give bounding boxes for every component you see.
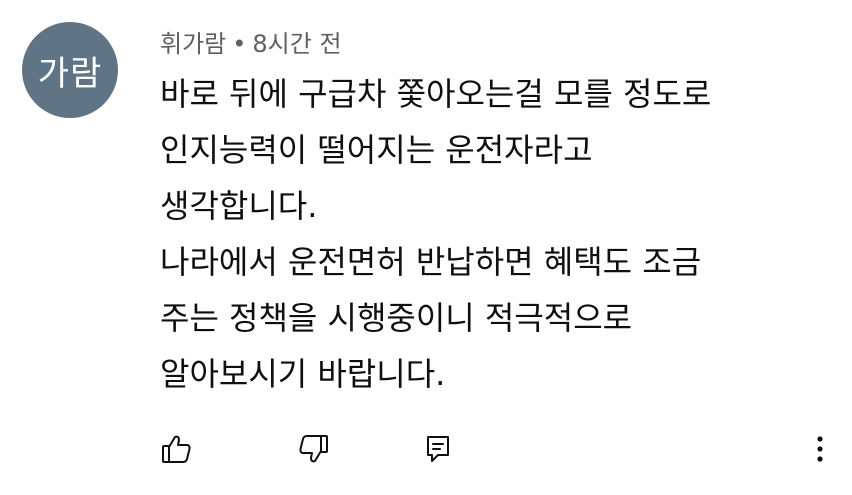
reply-button[interactable]: [418, 429, 458, 469]
like-button[interactable]: [156, 429, 196, 469]
comment-line: 생각합니다.: [160, 187, 318, 225]
thumbs-down-icon: [299, 435, 328, 463]
comment-author[interactable]: 휘가람: [160, 30, 226, 58]
dislike-button[interactable]: [294, 429, 334, 469]
avatar[interactable]: 가람: [22, 22, 118, 118]
thumbs-up-icon: [162, 435, 191, 463]
comment-time: 8시간 전: [252, 30, 342, 58]
avatar-initials: 가람: [37, 53, 103, 94]
comment-meta: 휘가람 • 8시간 전: [160, 24, 342, 59]
comment-line: 주는 정책을 시행중이니 적극적으로: [160, 299, 633, 337]
comment-line: 바로 뒤에 구급차 쫓아오는걸 모를 정도로: [160, 75, 712, 113]
more-vertical-icon: [817, 436, 823, 462]
meta-separator: •: [232, 30, 247, 58]
comment-line: 인지능력이 떨어지는 운전자라고: [160, 131, 593, 169]
reply-icon: [427, 436, 449, 462]
comment-line: 나라에서 운전면허 반납하면 혜택도 조금: [160, 243, 702, 281]
more-options-button[interactable]: [800, 429, 840, 469]
comment-body: 바로 뒤에 구급차 쫓아오는걸 모를 정도로 인지능력이 떨어지는 운전자라고 …: [160, 66, 820, 402]
comment-actions: [0, 425, 852, 475]
comment-line: 알아보시기 바랍니다.: [160, 355, 446, 393]
